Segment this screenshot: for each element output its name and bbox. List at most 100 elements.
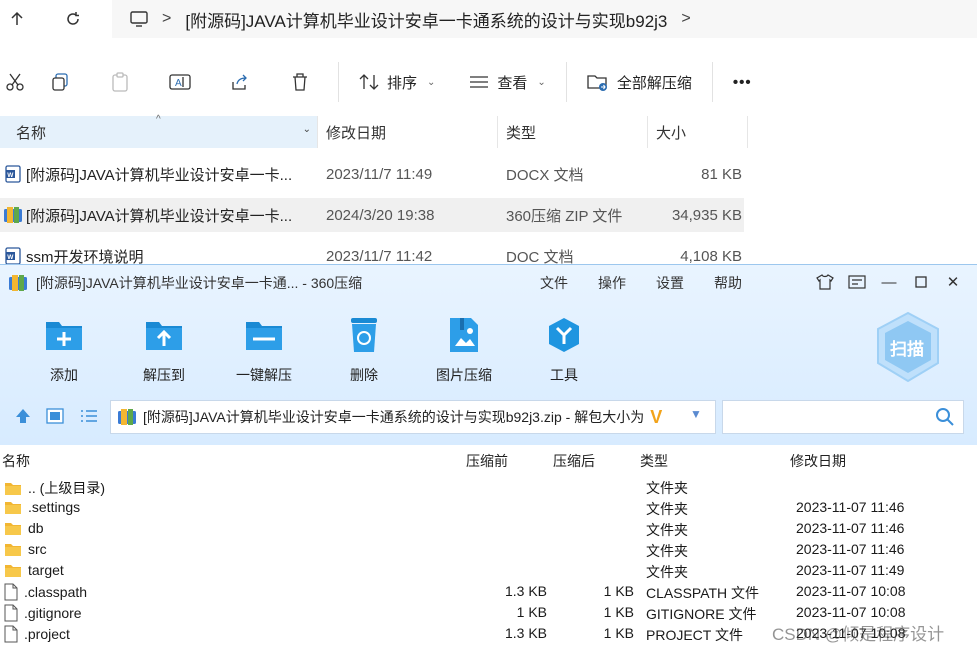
zip-entry-date: 2023-11-07 11:46 [796, 499, 905, 515]
toolbar-divider [711, 62, 713, 102]
file-row[interactable]: [附源码]JAVA计算机毕业设计安卓一卡... 2024/3/20 19:38 … [0, 198, 744, 232]
zip-entry-row[interactable]: target 文件夹 2023-11-07 11:49 [0, 560, 977, 581]
file-size: 81 KB [701, 165, 742, 183]
zip-app-icon [117, 408, 137, 426]
add-button[interactable]: 添加 [14, 311, 114, 385]
folder-icon [4, 481, 22, 496]
thumbnail-view-icon[interactable] [46, 408, 64, 424]
folder-icon [4, 521, 22, 536]
sort-icon [359, 73, 379, 91]
paste-icon[interactable] [90, 52, 150, 112]
breadcrumb-folder[interactable]: [附源码]JAVA计算机毕业设计安卓一卡通系统的设计与实现b92j3 [185, 7, 667, 32]
back-arrow-icon[interactable] [0, 2, 34, 36]
image-compress-label: 图片压缩 [436, 367, 492, 383]
cut-icon[interactable] [0, 52, 30, 112]
column-header-name[interactable]: ^ 名称 ⌄ [0, 114, 318, 148]
chevron-down-icon: ⌄ [427, 76, 436, 88]
zip-path-field[interactable]: [附源码]JAVA计算机毕业设计安卓一卡通系统的设计与实现b92j3.zip -… [110, 400, 716, 434]
tools-label: 工具 [550, 367, 578, 383]
vip-badge-icon[interactable]: V [650, 407, 662, 428]
chevron-down-icon: ⌄ [537, 76, 546, 88]
zip-col-type[interactable]: 类型 [640, 451, 668, 471]
refresh-icon[interactable] [56, 2, 90, 36]
rename-icon[interactable]: A [150, 52, 210, 112]
zip-entry-type: PROJECT 文件 [646, 627, 743, 643]
feedback-icon[interactable] [844, 269, 870, 295]
delete-icon[interactable] [270, 52, 330, 112]
chevron-right-icon[interactable]: > [681, 10, 690, 28]
zip-entry-packed: 1 KB [516, 604, 547, 620]
zip-col-name[interactable]: 名称 [2, 451, 30, 471]
chevron-down-icon[interactable]: ▼ [690, 407, 702, 421]
copy-icon[interactable] [30, 52, 90, 112]
extract-to-button[interactable]: 解压到 [114, 311, 214, 385]
file-icon [4, 604, 18, 622]
menu-settings[interactable]: 设置 [656, 273, 684, 293]
sort-button[interactable]: 排序 ⌄ [347, 60, 447, 104]
scan-button[interactable]: 扫描 [872, 311, 944, 383]
zip-entry-row[interactable]: db 文件夹 2023-11-07 11:46 [0, 518, 977, 539]
maximize-icon[interactable] [908, 269, 934, 295]
zip-path-text: [附源码]JAVA计算机毕业设计安卓一卡通系统的设计与实现b92j3.zip -… [143, 409, 645, 425]
zip-window-title: [附源码]JAVA计算机毕业设计安卓一卡通... - 360压缩 [36, 275, 363, 291]
svg-text:W: W [7, 172, 14, 179]
delete-button[interactable]: 删除 [314, 311, 414, 385]
zip-entry-row[interactable]: .classpath 1.3 KB 1 KB CLASSPATH 文件 2023-11-… [0, 581, 977, 602]
zip-entry-packed: 1.3 KB [504, 583, 547, 599]
image-compress-icon [440, 311, 488, 359]
zip-entry-name-cell: src [4, 541, 47, 557]
zip-menu-bar: 文件 操作 设置 帮助 [540, 273, 742, 293]
zip-entry-row[interactable]: .settings 文件夹 2023-11-07 11:46 [0, 497, 977, 518]
explorer-address-bar[interactable]: > [附源码]JAVA计算机毕业设计安卓一卡通系统的设计与实现b92j3 > [112, 0, 977, 38]
zip-search-input[interactable] [722, 400, 964, 434]
column-header-date[interactable]: 修改日期 [318, 116, 498, 148]
extract-all-button[interactable]: 全部解压缩 [575, 60, 704, 104]
one-click-extract-button[interactable]: 一键解压 [214, 311, 314, 385]
view-button[interactable]: 查看 ⌄ [457, 60, 557, 104]
chevron-down-icon[interactable]: ⌄ [303, 124, 311, 135]
tools-button[interactable]: 工具 [514, 311, 614, 385]
one-click-extract-icon [240, 311, 288, 359]
zip-entry-packed: 1.3 KB [504, 625, 547, 641]
column-header-type[interactable]: 类型 [498, 116, 648, 148]
menu-operation[interactable]: 操作 [598, 273, 626, 293]
column-header-size[interactable]: 大小 [648, 116, 748, 148]
file-icon [4, 583, 18, 601]
chevron-right-icon: > [162, 10, 172, 27]
minimize-icon[interactable]: — [876, 269, 902, 295]
scan-label: 扫描 [890, 340, 924, 359]
zip-entry-name: db [28, 520, 44, 536]
zip-app-icon [8, 274, 28, 292]
view-label: 查看 [497, 74, 528, 92]
zip-entry-type: GITIGNORE 文件 [646, 606, 757, 622]
extract-all-label: 全部解压缩 [616, 74, 692, 92]
zip-col-date[interactable]: 修改日期 [790, 451, 846, 471]
image-compress-button[interactable]: 图片压缩 [414, 311, 514, 385]
toolbar-divider [565, 62, 567, 102]
zip-title-bar: [附源码]JAVA计算机毕业设计安卓一卡通... - 360压缩 [8, 273, 362, 293]
zip-entry-name: .classpath [24, 584, 88, 600]
zip-entry-name-cell: .classpath [4, 583, 87, 601]
zip-entry-row[interactable]: src 文件夹 2023-11-07 11:46 [0, 539, 977, 560]
zip-col-packed[interactable]: 压缩前 [466, 451, 508, 471]
extract-folder-icon [587, 72, 609, 92]
zip-entry-row[interactable]: .. (上级目录) 文件夹 [0, 476, 977, 497]
close-icon[interactable]: ✕ [940, 269, 966, 295]
zip-entry-date: 2023-11-07 11:49 [796, 562, 905, 578]
menu-file[interactable]: 文件 [540, 273, 568, 293]
menu-help[interactable]: 帮助 [714, 273, 742, 293]
zip-entry-name: .. (上级目录) [28, 480, 105, 496]
folder-icon [4, 542, 22, 557]
list-view-icon[interactable] [80, 408, 98, 424]
file-row[interactable]: W [附源码]JAVA计算机毕业设计安卓一卡... 2023/11/7 11:4… [0, 157, 744, 191]
share-icon[interactable] [210, 52, 270, 112]
view-icon [469, 74, 489, 90]
zip-entry-type: 文件夹 [646, 564, 688, 580]
up-arrow-icon[interactable] [14, 407, 32, 425]
more-options-button[interactable]: ••• [721, 60, 764, 104]
search-icon[interactable] [935, 407, 955, 432]
file-type: DOCX 文档 [506, 166, 584, 184]
zip-col-unpacked[interactable]: 压缩后 [553, 451, 595, 471]
skin-shirt-icon[interactable] [812, 269, 838, 295]
watermark-text: CSDN @倾是程序设计 [772, 625, 945, 644]
